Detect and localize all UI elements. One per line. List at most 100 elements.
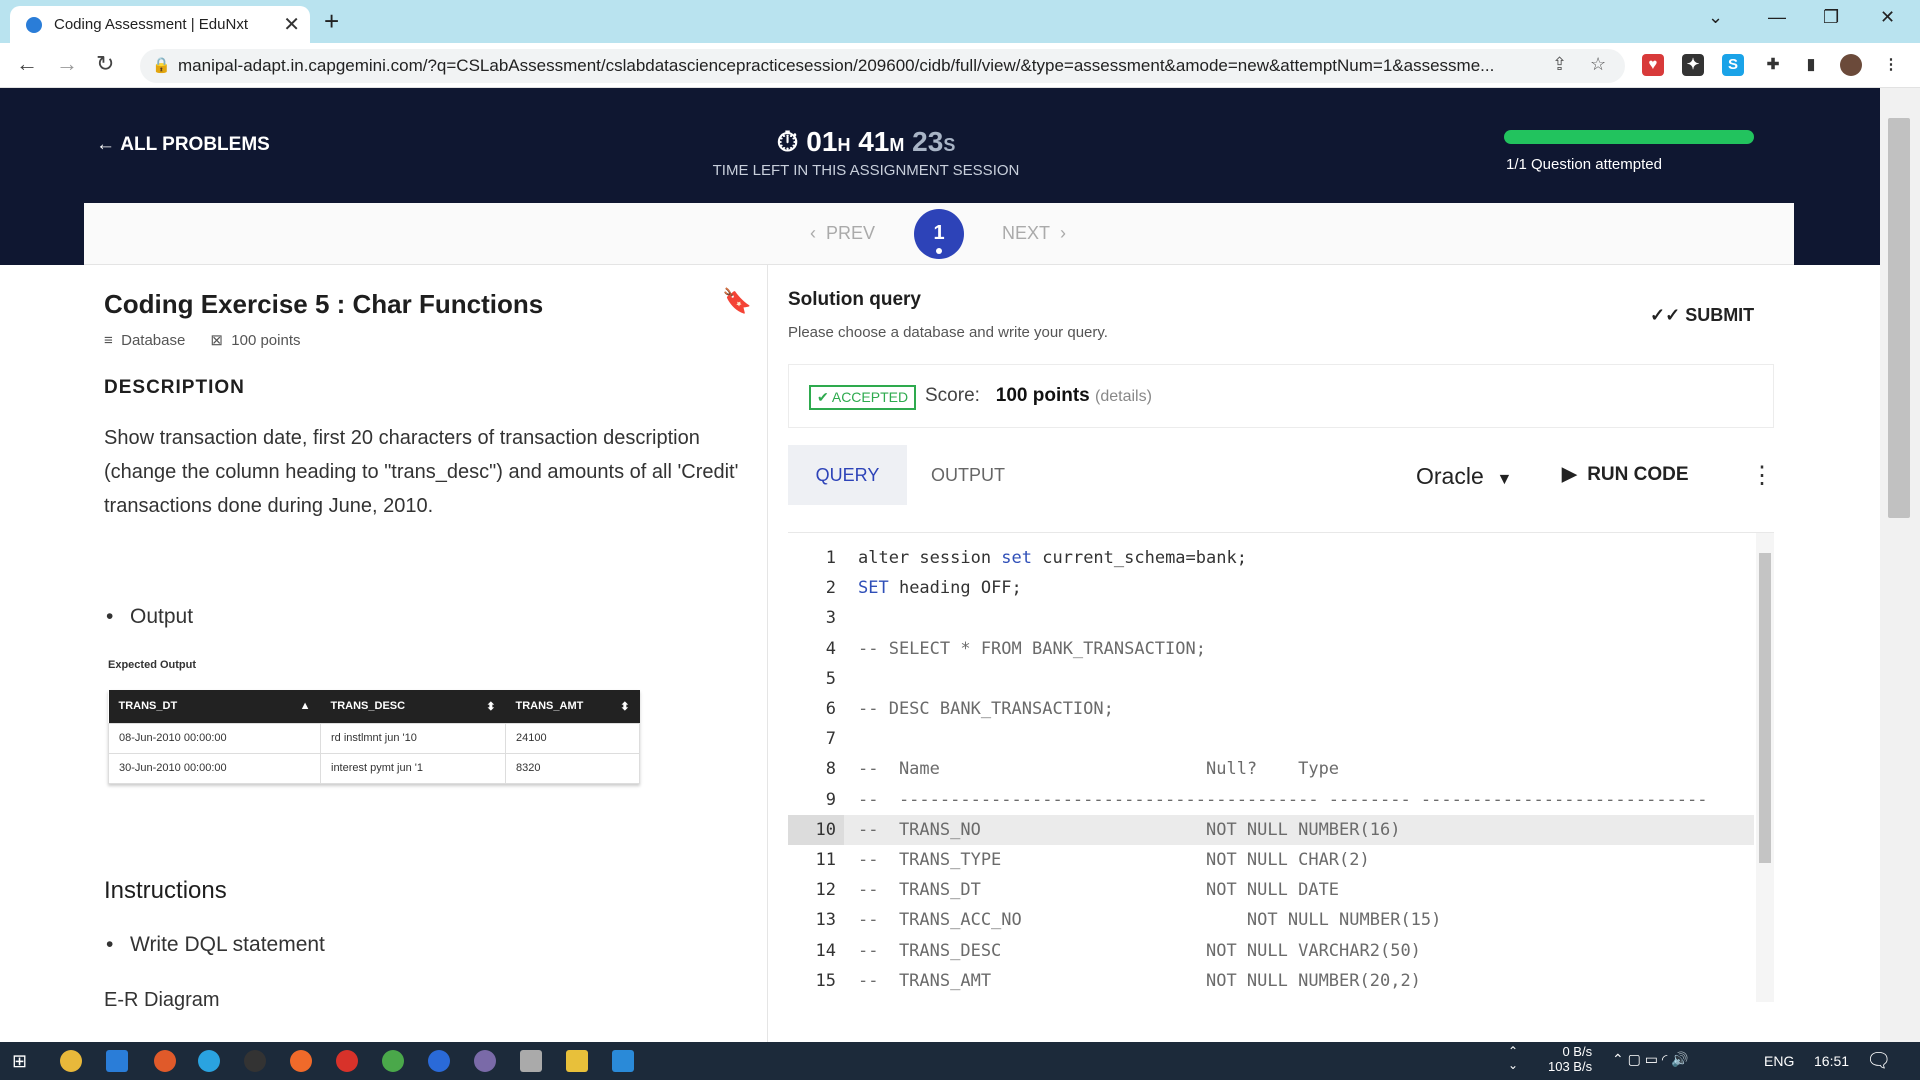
network-speed: 0 B/s 103 B/s	[1548, 1044, 1593, 1074]
code-line[interactable]: 13 -- TRANS_ACC_NO NOT NULL NUMBER(15)	[788, 905, 1754, 935]
more-options-icon[interactable]: ⋮	[1750, 461, 1774, 490]
clock[interactable]: 16:51	[1814, 1053, 1849, 1069]
editor-scrollbar[interactable]	[1756, 533, 1774, 1002]
profile-avatar[interactable]	[1840, 54, 1862, 76]
code-line[interactable]: 11 -- TRANS_TYPE NOT NULL CHAR(2)	[788, 845, 1754, 875]
code-line[interactable]: 8 -- Name Null? Type	[788, 754, 1754, 784]
code-line[interactable]: 4 -- SELECT * FROM BANK_TRANSACTION;	[788, 634, 1754, 664]
minimize-icon[interactable]: —	[1768, 7, 1786, 28]
app-green-icon[interactable]	[382, 1050, 404, 1072]
session-timer: ⏱ 01H 41M 23S	[776, 126, 956, 157]
app-purple-icon[interactable]	[474, 1050, 496, 1072]
tab-output[interactable]: OUTPUT	[908, 445, 1028, 505]
code-text: -- DESC BANK_TRANSACTION;	[858, 694, 1114, 724]
app-icon[interactable]	[244, 1050, 266, 1072]
submit-button[interactable]: ✓✓ SUBMIT	[1650, 305, 1754, 326]
code-line[interactable]: 5	[788, 664, 1754, 694]
line-number: 11	[815, 850, 836, 870]
list-icon: ≡	[104, 332, 113, 349]
reload-icon[interactable]: ↻	[96, 51, 114, 77]
database-select[interactable]: Oracle ▼	[1416, 463, 1512, 490]
notifications-icon[interactable]: 🗨	[1866, 1048, 1891, 1073]
code-text: -- TRANS_AMT NOT NULL NUMBER(20,2)	[858, 966, 1421, 996]
code-text: alter session set current_schema=bank;	[858, 543, 1247, 573]
app-blue-icon[interactable]	[428, 1050, 450, 1072]
code-token: -- Name Null? Type	[858, 759, 1340, 780]
back-icon[interactable]: ←	[16, 51, 38, 77]
bookmark-icon[interactable]: 🔖	[722, 287, 752, 316]
code-line[interactable]: 3	[788, 603, 1754, 633]
problem-category: Database	[121, 332, 186, 349]
code-token: SET	[858, 578, 889, 599]
windows-start-icon[interactable]: ⊞	[12, 1050, 34, 1072]
problem-title: Coding Exercise 5 : Char Functions	[104, 289, 544, 319]
forward-icon[interactable]: →	[56, 51, 78, 77]
maximize-icon[interactable]: ❐	[1823, 7, 1839, 28]
code-line[interactable]: 9 -- ------------------------------------…	[788, 785, 1754, 815]
app-gray-icon[interactable]	[520, 1050, 542, 1072]
extension-icon[interactable]: ✦	[1682, 54, 1704, 76]
run-code-button[interactable]: ▶ RUN CODE	[1562, 463, 1689, 486]
postman-icon[interactable]	[290, 1050, 312, 1072]
extensions-puzzle-icon[interactable]: ✚	[1762, 54, 1784, 76]
question-number-button[interactable]: 1	[914, 209, 964, 259]
browser-tab[interactable]: Coding Assessment | EduNxt ✕	[10, 6, 310, 43]
code-line[interactable]: 12 -- TRANS_DT NOT NULL DATE	[788, 875, 1754, 905]
er-diagram-heading: E-R Diagram	[104, 989, 220, 1011]
next-button[interactable]: NEXT ›	[1002, 223, 1066, 244]
language-indicator[interactable]: ENG	[1764, 1053, 1794, 1069]
table-header: TRANS_AMT ⬍	[505, 690, 640, 723]
code-line[interactable]: 15 -- TRANS_AMT NOT NULL NUMBER(20,2)	[788, 966, 1754, 996]
file-explorer-icon[interactable]	[566, 1050, 588, 1072]
chrome-icon[interactable]	[60, 1050, 82, 1072]
code-token: -- TRANS_TYPE NOT NULL CHAR(2)	[858, 850, 1370, 870]
code-line[interactable]: 14 -- TRANS_DESC NOT NULL VARCHAR2(50)	[788, 936, 1754, 966]
address-bar[interactable]: 🔒 manipal-adapt.in.capgemini.com/?q=CSLa…	[140, 49, 1625, 83]
app-window-icon[interactable]	[612, 1050, 634, 1072]
telegram-icon[interactable]	[198, 1050, 220, 1072]
code-line[interactable]: 1 alter session set current_schema=bank;	[788, 543, 1754, 573]
tab-search-icon[interactable]: ⌄	[1708, 7, 1723, 28]
vscode-icon[interactable]	[106, 1050, 128, 1072]
browser-tab-strip: Coding Assessment | EduNxt ✕ + ⌄ — ❐ ✕	[0, 0, 1920, 43]
line-number: 2	[825, 578, 836, 599]
current-indicator-dot	[936, 248, 942, 254]
prev-button[interactable]: ‹ PREV	[810, 223, 875, 244]
bookmark-star-icon[interactable]: ☆	[1590, 54, 1606, 75]
code-token: set	[1001, 548, 1033, 568]
url-text[interactable]: manipal-adapt.in.capgemini.com/?q=CSLabA…	[178, 56, 1538, 76]
table-cell: 24100	[505, 722, 640, 754]
close-tab-icon[interactable]: ✕	[283, 12, 300, 37]
page-scrollbar[interactable]	[1880, 88, 1920, 1042]
line-number: 7	[825, 729, 836, 750]
code-line[interactable]: 10 -- TRANS_NO NOT NULL NUMBER(16)	[788, 814, 1754, 845]
site-favicon-icon	[26, 17, 42, 33]
window-close-icon[interactable]: ✕	[1880, 7, 1895, 28]
tray-chevron-icon[interactable]: ⌃ ⌄	[1508, 1044, 1518, 1072]
windows-taskbar: ⊞ ⌃ ⌄ 0 B/s 103 B/s ⌃ ▢ ▭ ◜ 🔊 ENG 16:51 🗨	[0, 1042, 1920, 1080]
solution-subheading: Please choose a database and write your …	[788, 324, 1108, 341]
table-header-row: TRANS_DT ▲ TRANS_DESC ⬍ TRANS_AMT ⬍	[108, 690, 640, 723]
new-tab-icon[interactable]: +	[324, 6, 339, 37]
table-cell: 30-Jun-2010 00:00:00	[108, 752, 321, 784]
score-details-link[interactable]: (details)	[1095, 388, 1152, 405]
code-line[interactable]: 2 SET heading OFF;	[788, 573, 1754, 603]
browser-menu-icon[interactable]: ⋮	[1880, 54, 1902, 76]
table-header: TRANS_DT ▲	[108, 690, 321, 723]
extension-pocket-icon[interactable]: ♥	[1642, 54, 1664, 76]
chrome-active-icon[interactable]	[154, 1050, 176, 1072]
tab-query[interactable]: QUERY	[788, 445, 907, 505]
code-line[interactable]: 7	[788, 724, 1754, 754]
app-p-icon[interactable]	[336, 1050, 358, 1072]
page-scroll-thumb[interactable]	[1888, 118, 1910, 518]
editor-scroll-thumb[interactable]	[1759, 553, 1771, 863]
side-panel-icon[interactable]: ▮	[1800, 54, 1822, 76]
extension-s-icon[interactable]: S	[1722, 54, 1744, 76]
double-check-icon: ✓✓	[1650, 305, 1681, 325]
code-line[interactable]: 6 -- DESC BANK_TRANSACTION;	[788, 694, 1754, 724]
tray-icons[interactable]: ⌃ ▢ ▭ ◜ 🔊	[1612, 1051, 1689, 1068]
code-editor[interactable]: 1 alter session set current_schema=bank; 2…	[788, 532, 1774, 1002]
share-icon[interactable]: ⇪	[1552, 54, 1567, 75]
table-cell: interest pymt jun '1	[320, 752, 506, 784]
play-icon: ▶	[1562, 464, 1577, 485]
